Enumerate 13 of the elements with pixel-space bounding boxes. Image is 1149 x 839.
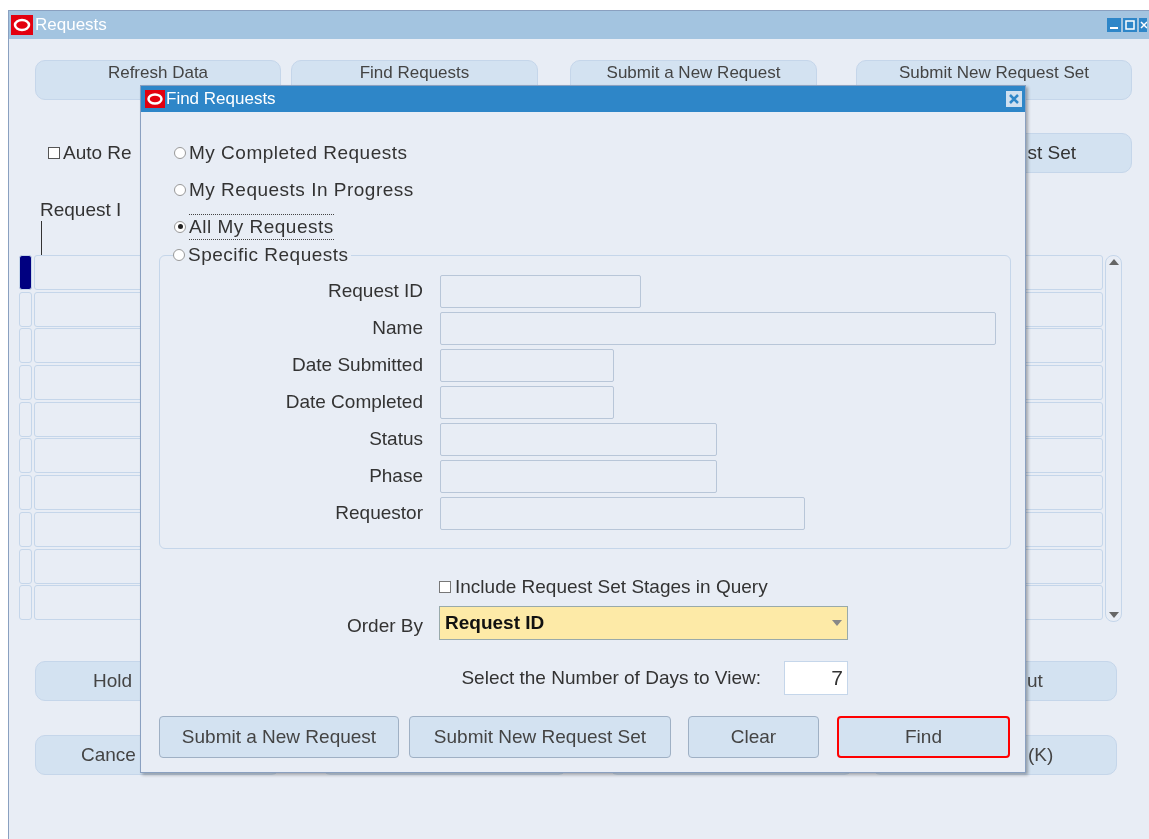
field-label: Date Completed [284,390,423,415]
days-label: Select the Number of Days to View: [460,665,761,690]
field-label: Phase [368,464,423,489]
include-stages-label: Include Request Set Stages in Query [455,574,768,599]
field-label: Request ID [326,279,423,304]
window-title: Requests [35,14,107,37]
field-label: Name [371,316,423,341]
column-header: Request I [40,199,123,221]
field-label: Date Submitted [291,353,423,378]
field-label: Requestor [334,501,423,526]
auto-refresh-label: Auto Re [63,140,132,165]
order-by-label: Order By [345,613,423,638]
field-label: Status [368,427,423,452]
